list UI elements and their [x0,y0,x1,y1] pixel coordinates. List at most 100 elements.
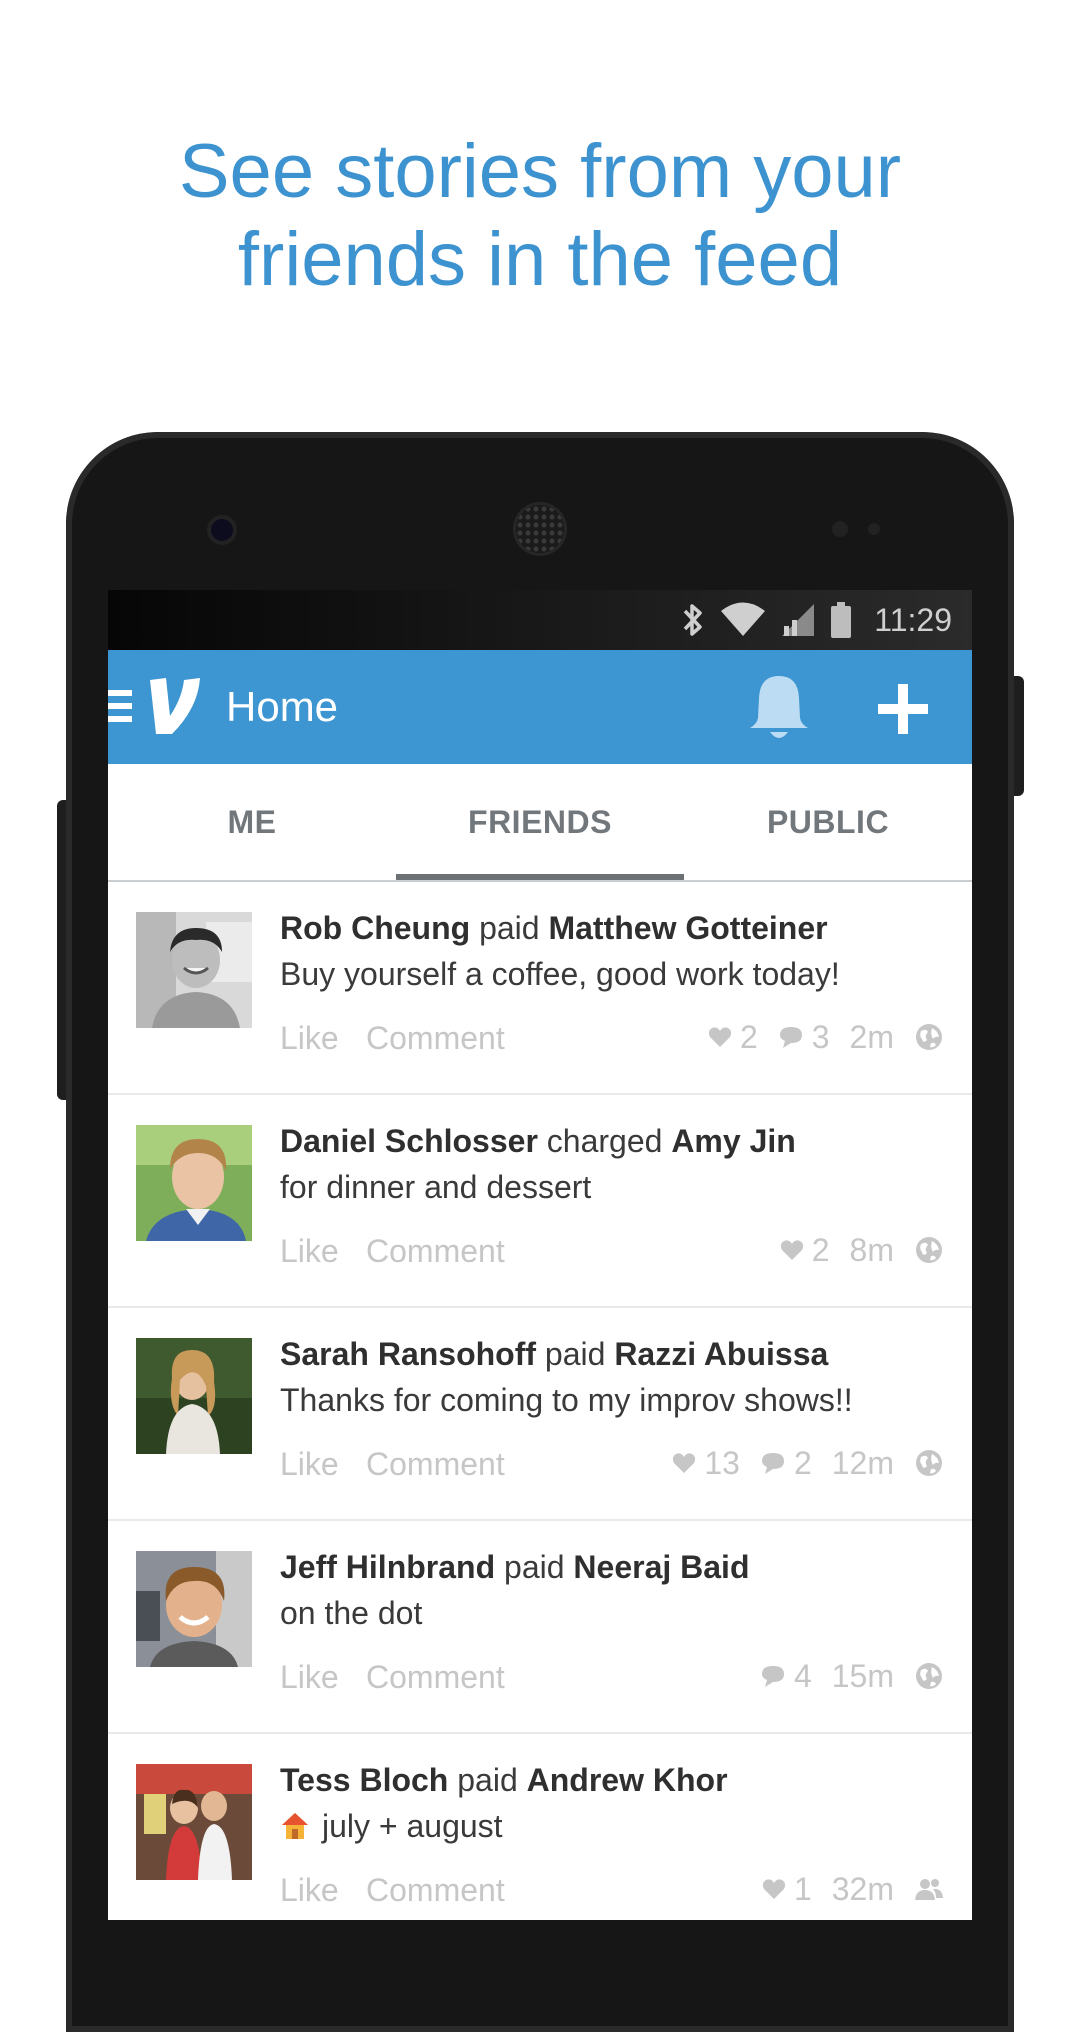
story-actor[interactable]: Jeff Hilnbrand [280,1549,495,1585]
story-message-row: july + august [280,1806,503,1846]
feed-tabs: ME FRIENDS PUBLIC [108,764,972,882]
comment-icon [761,1666,784,1687]
like-count: 2 [739,1018,758,1055]
heart-icon [780,1240,803,1260]
proximity-sensor [832,521,848,537]
story-title: Sarah Ransohoff paid Razzi Abuissa [280,1334,828,1374]
like-count: 2 [811,1231,830,1268]
comment-button[interactable]: Comment [366,1870,505,1910]
globe-icon [916,1237,942,1263]
status-bar: 11:29 [108,590,972,650]
story-meta: 2 3 2m [708,1016,944,1058]
story-item[interactable]: Rob Cheung paid Matthew Gotteiner Buy yo… [108,882,972,1095]
like-button[interactable]: Like [280,1018,339,1058]
tab-indicator [396,874,684,880]
story-verb: paid [504,1549,565,1585]
avatar[interactable] [136,1551,252,1667]
story-target[interactable]: Amy Jin [671,1123,795,1159]
avatar[interactable] [136,1125,252,1241]
story-message: for dinner and dessert [280,1169,592,1205]
battery-icon [831,602,852,638]
tab-me[interactable]: ME [108,764,396,880]
story-target[interactable]: Andrew Khor [527,1762,728,1798]
comment-button[interactable]: Comment [366,1018,505,1058]
earpiece-speaker [516,505,564,553]
story-verb: charged [546,1123,663,1159]
story-target[interactable]: Razzi Abuissa [614,1336,828,1372]
story-item[interactable]: Jeff Hilnbrand paid Neeraj Baid on the d… [108,1521,972,1734]
story-target[interactable]: Neeraj Baid [573,1549,749,1585]
headline-line-1: See stories from your [178,129,902,214]
globe-icon [916,1663,942,1689]
story-time: 8m [849,1231,894,1268]
status-time: 11:29 [874,601,952,638]
story-title: Jeff Hilnbrand paid Neeraj Baid [280,1547,749,1587]
wifi-icon [721,602,766,636]
story-feed: Rob Cheung paid Matthew Gotteiner Buy yo… [108,882,972,1920]
story-message: Buy yourself a coffee, good work today! [280,956,840,992]
story-verb: paid [544,1336,606,1372]
story-meta: 2 8m [780,1229,944,1271]
story-message: Thanks for coming to my improv shows!! [280,1382,853,1418]
story-time: 2m [849,1018,894,1055]
story-actor[interactable]: Daniel Schlosser [280,1123,538,1159]
comment-button[interactable]: Comment [366,1444,505,1484]
app-bar: Home [108,650,972,764]
like-button[interactable]: Like [280,1231,339,1271]
story-message: on the dot [280,1595,423,1631]
tab-friends[interactable]: FRIENDS [396,764,684,880]
menu-icon[interactable] [108,690,132,726]
story-meta: 1 32m [762,1868,944,1910]
globe-icon [916,1450,942,1476]
story-time: 12m [831,1444,894,1481]
bell-icon[interactable] [748,672,810,744]
heart-icon [673,1453,696,1473]
venmo-logo-icon[interactable] [144,674,204,738]
story-target[interactable]: Matthew Gotteiner [548,910,827,946]
avatar[interactable] [136,1338,252,1454]
comment-count: 3 [811,1018,830,1055]
like-button[interactable]: Like [280,1870,339,1910]
comment-button[interactable]: Comment [366,1231,505,1271]
story-time: 32m [831,1870,894,1907]
bluetooth-icon [684,604,703,636]
story-title: Tess Bloch paid Andrew Khor [280,1760,728,1800]
story-actor[interactable]: Rob Cheung [280,910,470,946]
avatar[interactable] [136,1764,252,1880]
story-item[interactable]: Tess Bloch paid Andrew Khor july + augus… [108,1734,972,1920]
headline: See stories from your friends in the fee… [0,128,1080,304]
comment-icon [761,1453,784,1474]
signal-icon [782,604,815,636]
house-icon [282,1813,308,1839]
story-title: Rob Cheung paid Matthew Gotteiner [280,908,828,948]
story-meta: 13 2 12m [672,1442,944,1484]
comment-button[interactable]: Comment [366,1657,505,1697]
comment-count: 2 [793,1444,812,1481]
story-meta: 4 15m [760,1655,944,1697]
front-camera [211,519,233,541]
plus-icon[interactable] [878,684,928,734]
light-sensor [868,523,880,535]
story-item[interactable]: Daniel Schlosser charged Amy Jin for din… [108,1095,972,1308]
heart-icon [762,1879,786,1899]
page-title: Home [226,683,339,730]
story-actor[interactable]: Tess Bloch [280,1762,448,1798]
like-count: 1 [793,1870,812,1907]
story-title: Daniel Schlosser charged Amy Jin [280,1121,796,1161]
avatar[interactable] [136,912,252,1028]
like-count: 13 [704,1444,740,1481]
story-actor[interactable]: Sarah Ransohoff [280,1336,536,1372]
story-verb: paid [457,1762,518,1798]
friends-icon [915,1879,943,1900]
story-message: july + august [322,1808,503,1844]
like-button[interactable]: Like [280,1444,339,1484]
globe-icon [916,1024,942,1050]
story-verb: paid [479,910,540,946]
comment-icon [779,1027,802,1048]
headline-line-2: friends in the feed [237,217,843,302]
story-time: 15m [831,1657,894,1694]
heart-icon [708,1027,732,1047]
story-item[interactable]: Sarah Ransohoff paid Razzi Abuissa Thank… [108,1308,972,1521]
like-button[interactable]: Like [280,1657,339,1697]
tab-public[interactable]: PUBLIC [684,764,972,880]
